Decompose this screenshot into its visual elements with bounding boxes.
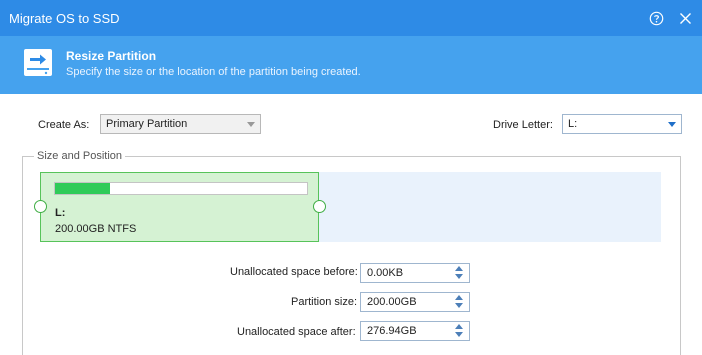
unallocated-after-stepper <box>360 321 470 341</box>
title-bar: Migrate OS to SSD <box>0 0 702 36</box>
left-resize-handle[interactable] <box>34 200 47 213</box>
partition-size-stepper <box>360 292 470 312</box>
spin-up-icon[interactable] <box>455 324 463 329</box>
create-as-label: Create As: <box>38 119 90 131</box>
partition-usage-fill <box>55 183 111 194</box>
close-button[interactable] <box>675 8 695 28</box>
create-as-value: Primary Partition <box>106 118 188 130</box>
spin-up-icon[interactable] <box>455 295 463 300</box>
unallocated-before-stepper <box>360 263 470 283</box>
partition-usage-bar <box>54 182 308 195</box>
partition-size-input[interactable] <box>361 293 449 311</box>
chevron-down-icon <box>668 122 676 127</box>
unallocated-after-input[interactable] <box>361 322 449 340</box>
window-title: Migrate OS to SSD <box>9 11 120 26</box>
drive-arrow-icon <box>24 49 52 76</box>
unallocated-after-label: Unallocated space after: <box>237 326 356 338</box>
unallocated-before-label: Unallocated space before: <box>230 266 358 278</box>
partition-letter: L: <box>55 207 66 219</box>
size-position-label: Size and Position <box>34 150 125 162</box>
close-icon <box>679 12 691 24</box>
header-banner: Resize Partition Specify the size or the… <box>0 36 702 94</box>
unallocated-before-input[interactable] <box>361 264 449 282</box>
right-resize-handle[interactable] <box>313 200 326 213</box>
spin-down-icon[interactable] <box>455 303 463 308</box>
chevron-down-icon <box>247 122 255 127</box>
header-subtitle: Specify the size or the location of the … <box>66 66 361 78</box>
drive-letter-label: Drive Letter: <box>493 119 553 131</box>
create-as-dropdown[interactable]: Primary Partition <box>100 114 261 134</box>
partition-size-label: Partition size: <box>291 296 358 308</box>
spin-down-icon[interactable] <box>455 332 463 337</box>
help-icon <box>649 11 663 25</box>
drive-letter-value: L: <box>568 118 578 130</box>
partition-info: 200.00GB NTFS <box>55 223 137 235</box>
spin-up-icon[interactable] <box>455 266 463 271</box>
spin-down-icon[interactable] <box>455 274 463 279</box>
drive-letter-dropdown[interactable]: L: <box>562 114 682 134</box>
header-title: Resize Partition <box>66 49 157 63</box>
help-button[interactable] <box>646 8 666 28</box>
